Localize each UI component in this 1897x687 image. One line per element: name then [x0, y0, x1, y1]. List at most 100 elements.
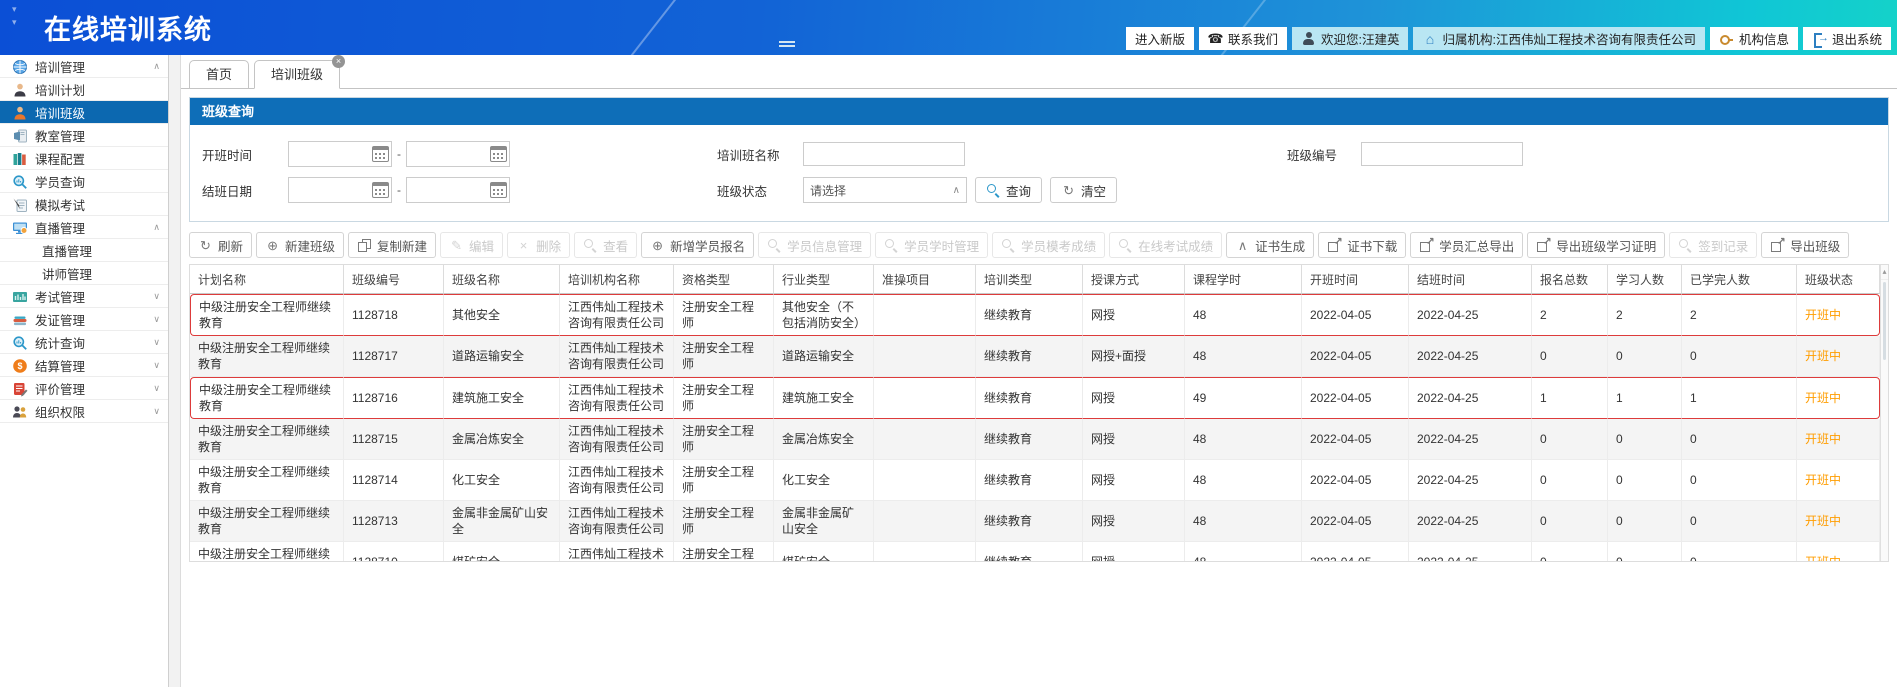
cell-end-time[interactable]: 2022-04-25 — [1409, 336, 1532, 377]
copy-new-button[interactable]: 复制新建 — [348, 232, 437, 258]
cell-class-status[interactable]: 开班中 — [1797, 419, 1880, 460]
cell-operation-items[interactable] — [874, 294, 976, 336]
sidebar-item-evaluation-management[interactable]: 评价管理 ∨ — [0, 377, 168, 400]
cell-class-name[interactable]: 金属冶炼安全 — [444, 419, 560, 460]
cell-course-hours[interactable]: 48 — [1185, 419, 1302, 460]
cell-class-code[interactable]: 1128717 — [344, 336, 444, 377]
calendar-button[interactable] — [369, 178, 391, 202]
cell-plan-name[interactable]: 中级注册安全工程师继续教育 — [190, 294, 344, 336]
cell-end-time[interactable]: 2022-04-25 — [1409, 542, 1532, 561]
cell-industry-type[interactable]: 煤矿安全 — [774, 542, 874, 561]
cell-course-hours[interactable]: 48 — [1185, 501, 1302, 542]
sidebar-item-live-management[interactable]: 直播管理 ∧ — [0, 216, 168, 239]
cell-operation-items[interactable] — [874, 419, 976, 460]
sidebar-item-lecturer-management[interactable]: 讲师管理 — [0, 262, 168, 285]
end-date-to-input[interactable] — [407, 180, 487, 200]
cell-plan-name[interactable]: 中级注册安全工程师继续教育 — [190, 542, 344, 561]
column-enroll-total[interactable]: 报名总数 — [1532, 265, 1608, 294]
clear-button[interactable]: 清空 — [1050, 177, 1118, 203]
sidebar-item-classroom-management[interactable]: 教室管理 — [0, 124, 168, 147]
cell-industry-type[interactable]: 其他安全（不包括消防安全） — [774, 294, 874, 336]
cell-enroll-total[interactable]: 1 — [1532, 377, 1608, 419]
contact-us-button[interactable]: 联系我们 — [1198, 27, 1287, 50]
table-row[interactable]: 中级注册安全工程师继续教育 1128717 道路运输安全 江西伟灿工程技术咨询有限责任… — [190, 336, 1880, 377]
cell-class-name[interactable]: 其他安全 — [444, 294, 560, 336]
cell-teaching-method[interactable]: 网授 — [1083, 419, 1185, 460]
cell-enroll-total[interactable]: 2 — [1532, 294, 1608, 336]
student-summary-export-button[interactable]: 学员汇总导出 — [1410, 232, 1524, 258]
cell-org-name[interactable]: 江西伟灿工程技术咨询有限责任公司 — [560, 377, 674, 419]
cell-industry-type[interactable]: 金属冶炼安全 — [774, 419, 874, 460]
end-date-from-input[interactable] — [289, 180, 369, 200]
cell-teaching-method[interactable]: 网授+面授 — [1083, 336, 1185, 377]
cell-course-hours[interactable]: 49 — [1185, 377, 1302, 419]
cell-teaching-method[interactable]: 网授 — [1083, 501, 1185, 542]
cell-enroll-total[interactable]: 0 — [1532, 501, 1608, 542]
column-plan-name[interactable]: 计划名称 — [190, 265, 344, 294]
cell-class-code[interactable]: 1128716 — [344, 377, 444, 419]
sidebar-item-org-permission[interactable]: 组织权限 ∨ — [0, 400, 168, 423]
cell-start-time[interactable]: 2022-04-05 — [1302, 419, 1409, 460]
start-time-from-input[interactable] — [289, 144, 369, 164]
cell-class-name[interactable]: 化工安全 — [444, 460, 560, 501]
cell-completed-count[interactable]: 0 — [1682, 336, 1797, 377]
org-info-button[interactable]: 机构信息 — [1709, 27, 1798, 50]
cell-operation-items[interactable] — [874, 501, 976, 542]
cell-training-type[interactable]: 继续教育 — [976, 460, 1083, 501]
column-completed-count[interactable]: 已学完人数 — [1682, 265, 1797, 294]
cell-org-name[interactable]: 江西伟灿工程技术咨询有限责任公司 — [560, 501, 674, 542]
cell-enroll-total[interactable]: 0 — [1532, 336, 1608, 377]
cell-course-hours[interactable]: 48 — [1185, 336, 1302, 377]
cell-course-hours[interactable]: 48 — [1185, 460, 1302, 501]
cell-class-status[interactable]: 开班中 — [1797, 377, 1880, 419]
column-org-name[interactable]: 培训机构名称 — [560, 265, 674, 294]
column-class-name[interactable]: 班级名称 — [444, 265, 560, 294]
class-status-select[interactable]: 请选择 ∧ — [803, 177, 967, 203]
cell-org-name[interactable]: 江西伟灿工程技术咨询有限责任公司 — [560, 294, 674, 336]
cell-class-code[interactable]: 1128713 — [344, 501, 444, 542]
start-time-to-input[interactable] — [407, 144, 487, 164]
org-affiliation-button[interactable]: 归属机构:江西伟灿工程技术咨询有限责任公司 — [1413, 27, 1705, 50]
cell-class-status[interactable]: 开班中 — [1797, 542, 1880, 561]
cell-operation-items[interactable] — [874, 542, 976, 561]
cell-industry-type[interactable]: 建筑施工安全 — [774, 377, 874, 419]
cell-training-type[interactable]: 继续教育 — [976, 336, 1083, 377]
cell-training-type[interactable]: 继续教育 — [976, 294, 1083, 336]
cell-training-type[interactable]: 继续教育 — [976, 419, 1083, 460]
cell-enroll-total[interactable]: 0 — [1532, 460, 1608, 501]
cell-course-hours[interactable]: 48 — [1185, 542, 1302, 561]
sidebar-item-live-management-sub[interactable]: 直播管理 — [0, 239, 168, 262]
cell-operation-items[interactable] — [874, 460, 976, 501]
cell-start-time[interactable]: 2022-04-05 — [1302, 460, 1409, 501]
cell-qualification-type[interactable]: 注册安全工程师 — [674, 377, 774, 419]
cell-learning-count[interactable]: 0 — [1608, 542, 1682, 561]
cell-learning-count[interactable]: 0 — [1608, 419, 1682, 460]
cell-plan-name[interactable]: 中级注册安全工程师继续教育 — [190, 460, 344, 501]
cell-start-time[interactable]: 2022-04-05 — [1302, 336, 1409, 377]
certificate-download-button[interactable]: 证书下载 — [1318, 232, 1407, 258]
cell-start-time[interactable]: 2022-04-05 — [1302, 377, 1409, 419]
cell-start-time[interactable]: 2022-04-05 — [1302, 294, 1409, 336]
column-qualification-type[interactable]: 资格类型 — [674, 265, 774, 294]
add-student-enroll-button[interactable]: 新增学员报名 — [641, 232, 755, 258]
cell-enroll-total[interactable]: 0 — [1532, 542, 1608, 561]
cell-completed-count[interactable]: 0 — [1682, 542, 1797, 561]
cell-completed-count[interactable]: 0 — [1682, 419, 1797, 460]
cell-org-name[interactable]: 江西伟灿工程技术咨询有限责任公司 — [560, 419, 674, 460]
scroll-up-arrow-icon[interactable]: ▴ — [1881, 265, 1888, 280]
sidebar-item-training-plan[interactable]: 培训计划 — [0, 78, 168, 101]
cell-class-status[interactable]: 开班中 — [1797, 294, 1880, 336]
cell-qualification-type[interactable]: 注册安全工程师 — [674, 501, 774, 542]
cell-plan-name[interactable]: 中级注册安全工程师继续教育 — [190, 377, 344, 419]
cell-teaching-method[interactable]: 网授 — [1083, 294, 1185, 336]
cell-start-time[interactable]: 2022-04-05 — [1302, 542, 1409, 561]
tab-training-class[interactable]: 培训班级 × — [254, 55, 346, 89]
table-row[interactable]: 中级注册安全工程师继续教育 1128713 金属非金属矿山安全 江西伟灿工程技术咨询有… — [190, 501, 1880, 542]
cell-start-time[interactable]: 2022-04-05 — [1302, 501, 1409, 542]
new-version-button[interactable]: 进入新版 — [1125, 27, 1194, 50]
cell-plan-name[interactable]: 中级注册安全工程师继续教育 — [190, 419, 344, 460]
sidebar-item-student-query[interactable]: 学员查询 — [0, 170, 168, 193]
cell-teaching-method[interactable]: 网授 — [1083, 542, 1185, 561]
column-class-code[interactable]: 班级编号 — [344, 265, 444, 294]
column-start-time[interactable]: 开班时间 — [1302, 265, 1409, 294]
